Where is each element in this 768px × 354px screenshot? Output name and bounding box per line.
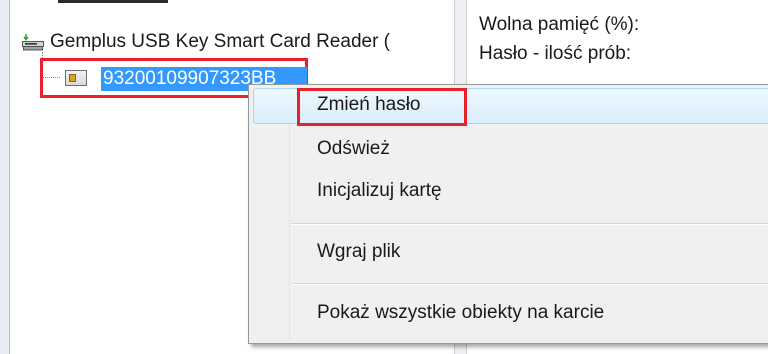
card-reader-icon — [22, 33, 44, 51]
menu-item-upload-file[interactable]: Wgraj plik — [249, 232, 768, 274]
menu-item-label: Inicjalizuj kartę — [317, 180, 442, 201]
free-memory-label: Wolna pamięć (%): — [479, 14, 640, 35]
menu-item-label: Zmień hasło — [317, 94, 421, 115]
smart-card-icon — [65, 70, 87, 86]
reader-label: Gemplus USB Key Smart Card Reader ( — [50, 31, 391, 52]
pin-attempts-label: Hasło - ilość prób: — [479, 43, 632, 64]
window-left-border — [0, 0, 10, 354]
menu-item-refresh[interactable]: Odśwież — [249, 129, 768, 171]
menu-item-label: Wgraj plik — [317, 241, 401, 262]
app-window: Gemplus USB Key Smart Card Reader ( 9320… — [0, 0, 768, 354]
context-menu: Zmień hasło Odśwież Inicjalizuj kartę Wg… — [248, 84, 768, 344]
menu-item-change-password[interactable]: Zmień hasło — [249, 85, 768, 127]
menu-item-show-all-objects[interactable]: Pokaż wszystkie obiekty na karcie — [249, 293, 768, 335]
tree-item-reader[interactable]: Gemplus USB Key Smart Card Reader ( — [22, 30, 390, 54]
menu-item-label: Pokaż wszystkie obiekty na karcie — [317, 302, 605, 323]
menu-separator — [291, 223, 768, 225]
menu-item-initialize-card[interactable]: Inicjalizuj kartę — [249, 171, 768, 213]
menu-item-label: Odśwież — [317, 138, 390, 159]
menu-separator — [291, 283, 768, 285]
cut-off-tree-item — [58, 0, 198, 8]
